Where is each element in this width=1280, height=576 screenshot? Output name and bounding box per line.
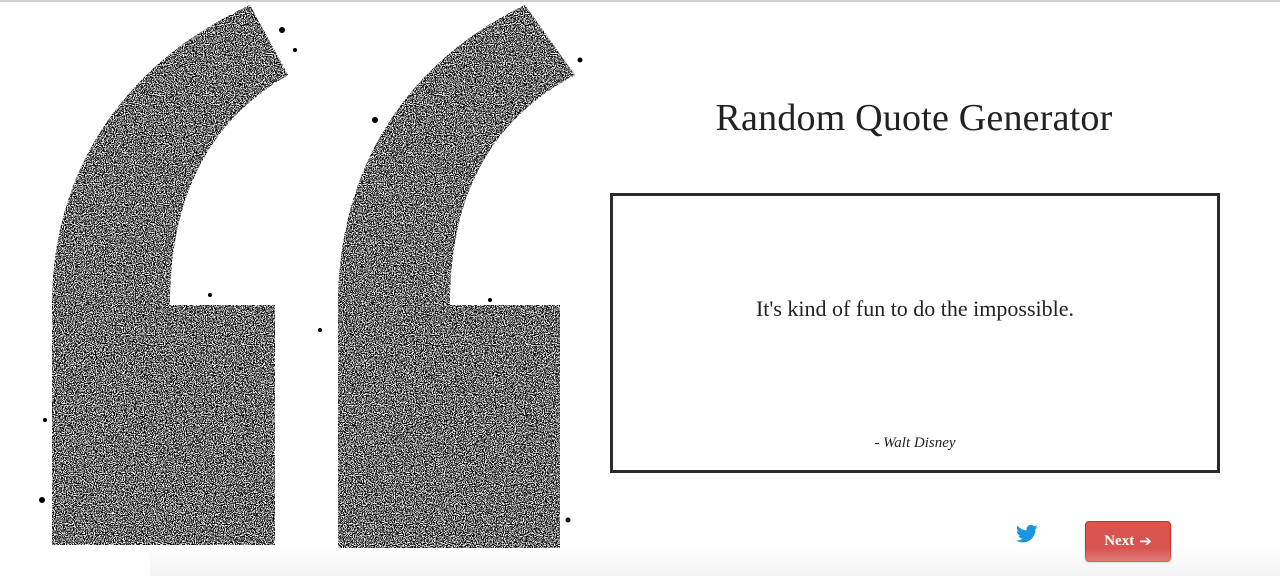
quote-card: It's kind of fun to do the impossible. -…	[610, 193, 1220, 473]
quote-text: It's kind of fun to do the impossible.	[755, 296, 1075, 321]
quote-author: - Walt Disney	[874, 435, 956, 451]
arrow-right-icon: ➔	[1139, 532, 1152, 550]
quotation-marks-icon	[20, 0, 600, 576]
twitter-bird-icon	[1016, 524, 1038, 543]
page-title: Random Quote Generator	[715, 97, 1113, 139]
bottom-shadow	[150, 548, 1280, 576]
tweet-button[interactable]	[1016, 524, 1038, 544]
